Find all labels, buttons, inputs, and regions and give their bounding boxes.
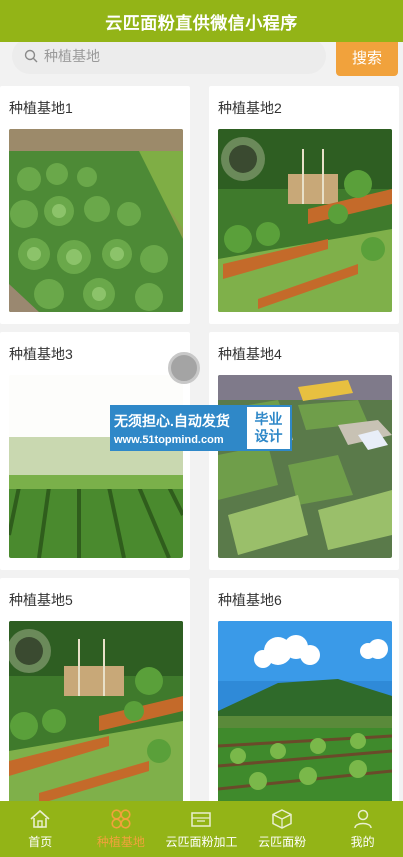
card-image[interactable] [9,375,183,558]
page-title: 云匹面粉直供微信小程序 [105,13,298,33]
card-image[interactable] [9,129,183,312]
card-title: 种植基地2 [218,100,282,116]
watermark-badge: 毕业 设计 [245,405,292,451]
card-title: 种植基地5 [9,592,73,608]
card-image[interactable] [218,375,392,558]
search-input[interactable]: 种植基地 [12,38,326,74]
clover-icon [110,808,132,830]
watermark-banner: 无须担心.自动发货 www.51topmind.com 毕业 设计 [110,405,292,451]
watermark-text: 无须担心.自动发货 www.51topmind.com [110,405,245,451]
user-icon [352,808,374,830]
base-card-1[interactable]: 种植基地1 [0,86,190,324]
base-card-3[interactable]: 种植基地3 [0,332,190,570]
tab-mine[interactable]: 我的 [322,801,403,857]
factory-icon [190,808,212,830]
app-header: 云匹面粉直供微信小程序 [0,0,403,42]
base-card-2[interactable]: 种植基地2 [209,86,399,324]
base-card-4[interactable]: 种植基地4 [209,332,399,570]
box-icon [271,808,293,830]
tab-label: 首页 [28,835,53,849]
tab-flour-processing[interactable]: 云匹面粉加工 [161,801,242,857]
watermark-line-1: 无须担心.自动发货 [114,412,230,429]
card-title: 种植基地1 [9,100,73,116]
watermark-line-2: www.51topmind.com [114,433,224,446]
card-image[interactable] [9,621,183,804]
base-card-5[interactable]: 种植基地5 [0,578,190,816]
tab-label: 种植基地 [96,835,145,849]
card-title: 种植基地4 [218,346,282,362]
home-icon [29,808,51,830]
card-image[interactable] [218,129,392,312]
tab-planting-base[interactable]: 种植基地 [81,801,162,857]
bottom-tab-bar: 首页 种植基地 云匹面粉加工 云匹面粉 我的 [0,801,403,857]
watermark-badge-line-1: 毕业 [254,411,283,427]
card-title: 种植基地3 [9,346,73,362]
search-icon [24,49,38,63]
watermark-badge-line-2: 设计 [254,428,283,444]
search-button[interactable]: 搜索 [336,38,398,76]
tab-label: 云匹面粉加工 [165,835,238,849]
tab-flour[interactable]: 云匹面粉 [242,801,323,857]
card-title: 种植基地6 [218,592,282,608]
card-image[interactable] [218,621,392,804]
floating-dot[interactable] [168,352,200,384]
search-placeholder: 种植基地 [44,48,100,64]
tab-label: 云匹面粉 [258,835,307,849]
tab-label: 我的 [350,835,375,849]
base-card-6[interactable]: 种植基地6 [209,578,399,816]
tab-home[interactable]: 首页 [0,801,81,857]
search-bar: 种植基地 搜索 [0,38,403,78]
